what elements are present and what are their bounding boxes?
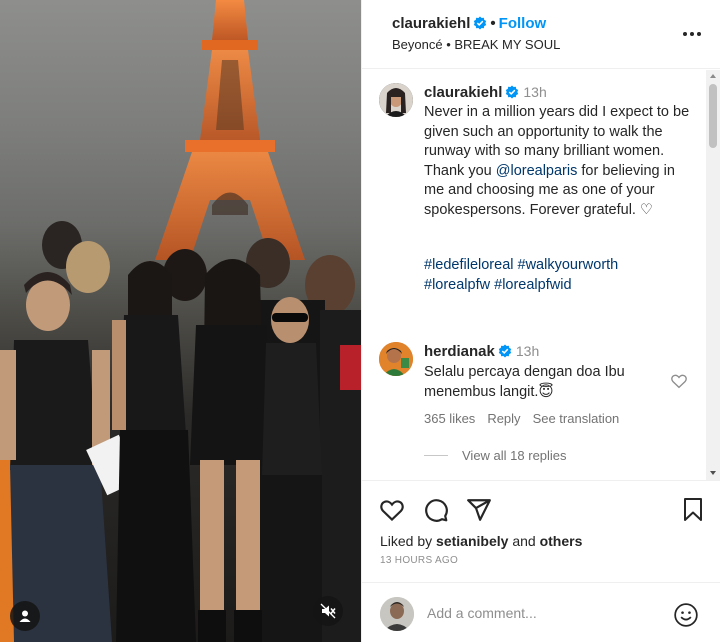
- hashtags: #ledefileloreal #walkyourworth #lorealpf…: [424, 256, 704, 295]
- comments-scrollbar[interactable]: [706, 70, 720, 480]
- verified-badge-icon: [506, 85, 519, 99]
- commenter-avatar[interactable]: [379, 342, 413, 376]
- comments-scroll-area[interactable]: claurakiehl 13h Never in a million years …: [362, 70, 720, 480]
- mute-icon: [320, 603, 336, 619]
- see-translation-button[interactable]: See translation: [533, 411, 620, 426]
- post-actions: Liked by setianibely and others 13 HOURS…: [362, 480, 720, 580]
- caption-time[interactable]: 13h: [523, 84, 546, 100]
- current-user-avatar: [380, 597, 414, 631]
- add-comment-bar: [362, 582, 720, 642]
- verified-badge-icon: [474, 16, 487, 30]
- author-avatar[interactable]: [379, 83, 413, 117]
- mention-link[interactable]: @lorealparis: [496, 163, 578, 179]
- liked-by-line: Liked by setianibely and others: [380, 533, 583, 549]
- verified-badge-icon: [498, 344, 512, 358]
- comment-meta: 365 likes Reply See translation: [424, 411, 619, 426]
- share-icon: [467, 499, 491, 521]
- reply-button[interactable]: Reply: [487, 411, 520, 426]
- comment-time[interactable]: 13h: [516, 343, 539, 359]
- caption-username[interactable]: claurakiehl: [424, 84, 502, 101]
- post-header: claurakiehl • Follow Beyoncé • BREAK MY SO…: [362, 0, 720, 69]
- liked-by-user[interactable]: setianibely: [436, 533, 508, 549]
- scroll-up-arrow-icon[interactable]: [710, 74, 716, 78]
- emoji-icon[interactable]: [673, 602, 699, 628]
- scroll-down-arrow-icon[interactable]: [710, 471, 716, 475]
- replies-line: [424, 455, 448, 456]
- hashtag-link[interactable]: #ledefileloreal: [424, 257, 513, 273]
- header-separator: •: [490, 15, 496, 32]
- comment-author: herdianak 13h: [424, 343, 539, 360]
- header-username-line: claurakiehl • Follow: [392, 15, 546, 32]
- post-time-ago[interactable]: 13 HOURS AGO: [380, 555, 458, 566]
- save-button[interactable]: [679, 496, 707, 524]
- caption-author: claurakiehl 13h: [424, 84, 547, 101]
- user-tag-icon: [19, 610, 31, 622]
- like-button[interactable]: [378, 496, 406, 524]
- heart-icon: [380, 500, 404, 522]
- audio-link[interactable]: Beyoncé • BREAK MY SOUL: [392, 37, 560, 52]
- comment-likes[interactable]: 365 likes: [424, 411, 475, 426]
- smiling-halo-emoji: 😇: [538, 383, 554, 400]
- more-options-icon: [683, 32, 687, 36]
- runway-crowd: [0, 221, 361, 642]
- tagged-users-button[interactable]: [10, 601, 40, 631]
- view-replies-button[interactable]: View all 18 replies: [424, 448, 567, 463]
- liked-by-others[interactable]: others: [540, 533, 583, 549]
- header-username[interactable]: claurakiehl: [392, 15, 470, 32]
- add-comment-input[interactable]: [427, 605, 657, 621]
- hashtag-link[interactable]: #walkyourworth: [518, 257, 619, 273]
- post-details-panel: claurakiehl • Follow Beyoncé • BREAK MY SO…: [361, 0, 720, 642]
- hashtag-link[interactable]: #lorealpfw: [424, 277, 490, 293]
- comment-like-heart-icon[interactable]: [670, 372, 688, 390]
- hashtag-link[interactable]: #lorealpfwid: [494, 277, 571, 293]
- follow-button[interactable]: Follow: [499, 15, 547, 32]
- more-options-button[interactable]: [681, 24, 703, 44]
- scrollbar-thumb[interactable]: [709, 84, 717, 148]
- white-heart-emoji: ♡: [640, 201, 653, 218]
- bookmark-icon: [684, 498, 702, 521]
- comment-text: Selalu percaya dengan doa Ibu menembus l…: [424, 364, 625, 400]
- caption-text: Never in a million years did I expect to…: [424, 104, 690, 218]
- post-media-video[interactable]: [0, 0, 361, 642]
- mute-button[interactable]: [313, 596, 343, 626]
- share-button[interactable]: [465, 496, 493, 524]
- comment-icon: [425, 499, 448, 522]
- comment-button[interactable]: [422, 496, 450, 524]
- comment-username[interactable]: herdianak: [424, 343, 495, 360]
